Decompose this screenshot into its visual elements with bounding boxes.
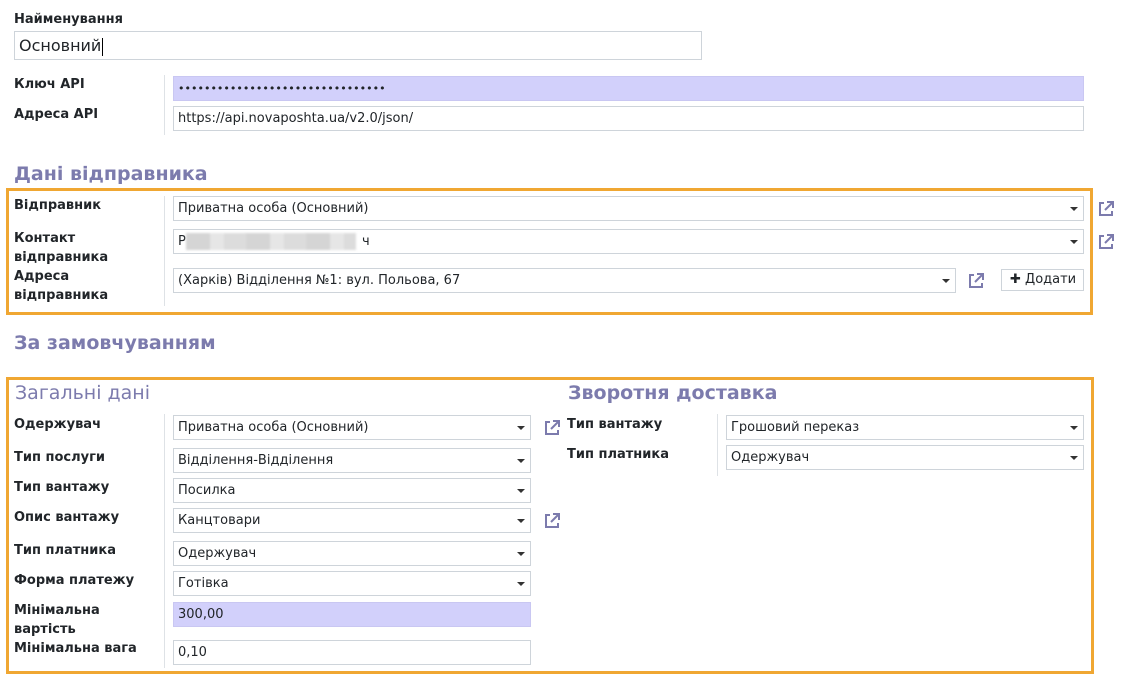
cargo-description-label: Опис вантажу [14,510,120,525]
contact-select[interactable]: Рч [173,229,1084,254]
address-select[interactable]: (Харків) Відділення №1: вул. Польова, 67 [173,268,956,293]
caret-down-icon [517,459,525,463]
recipient-select-value: Приватна особа (Основний) [178,420,369,435]
payer-type-select[interactable]: Одержувач [173,541,531,566]
min-weight-label: Мінімальна вага [14,641,137,656]
cargo-type-label: Тип вантажу [14,480,110,495]
caret-down-icon [1070,207,1078,211]
api-url-input[interactable]: https://api.novaposhta.ua/v2.0/json/ [173,106,1084,131]
cargo-description-value: Канцтовари [178,513,261,528]
api-separator [164,75,165,135]
return-cargo-type-select[interactable]: Грошовий переказ [726,415,1084,440]
min-cost-label-line2: вартість [14,622,76,637]
sender-select[interactable]: Приватна особа (Основний) [173,196,1084,221]
address-label-line1: Адреса [14,269,70,284]
payment-form-label: Форма платежу [14,573,135,588]
service-type-select[interactable]: Відділення-Відділення [173,448,531,473]
caret-down-icon [517,426,525,430]
min-weight-input[interactable]: 0,10 [173,640,531,665]
plus-icon: ✚ [1010,272,1021,287]
api-key-label: Ключ API [14,77,85,92]
recipient-label: Одержувач [14,417,102,432]
defaults-section-title: За замовчуванням [14,332,216,354]
service-type-value: Відділення-Відділення [178,453,334,468]
recipient-select[interactable]: Приватна особа (Основний) [173,415,531,440]
contact-redacted-blur [186,233,356,250]
sender-label: Відправник [14,198,102,213]
return-payer-type-label: Тип платника [567,447,669,462]
address-label-line2: відправника [14,288,109,303]
cargo-type-value: Посилка [178,483,236,498]
contact-label-line2: відправника [14,250,109,265]
api-key-input[interactable]: •••••••••••••••••••••••••••••••• [173,76,1084,101]
payment-form-select[interactable]: Готівка [173,571,531,596]
general-separator [164,414,165,668]
sender-separator [164,196,165,306]
caret-down-icon [517,489,525,493]
min-cost-input[interactable]: 300,00 [173,602,531,627]
name-input-value: Основний [19,36,102,55]
add-address-button[interactable]: ✚ Додати [1001,269,1084,291]
return-cargo-type-value: Грошовий переказ [731,420,860,435]
caret-down-icon [517,552,525,556]
caret-down-icon [942,279,950,283]
external-link-icon[interactable] [542,418,562,438]
cargo-type-select[interactable]: Посилка [173,478,531,503]
caret-down-icon [1070,426,1078,430]
caret-down-icon [1070,456,1078,460]
caret-down-icon [1070,240,1078,244]
general-data-title: Загальні дані [15,382,151,404]
return-payer-type-select[interactable]: Одержувач [726,445,1084,470]
name-input[interactable]: Основний [14,31,702,60]
contact-value-prefix: Р [178,234,186,249]
sender-select-value: Приватна особа (Основний) [178,201,369,216]
return-separator [717,414,718,476]
external-link-icon[interactable] [966,271,986,291]
min-cost-label-line1: Мінімальна [14,603,100,618]
payer-type-label: Тип платника [14,543,116,558]
name-label: Найменування [14,12,123,27]
payment-form-value: Готівка [178,576,229,591]
external-link-icon[interactable] [542,511,562,531]
add-button-label: Додати [1025,272,1077,287]
return-delivery-title: Зворотня доставка [568,382,778,404]
external-link-icon[interactable] [1096,199,1116,219]
contact-label-line1: Контакт [14,231,76,246]
contact-value-suffix: ч [362,234,370,249]
api-url-label: Адреса API [14,107,99,122]
caret-down-icon [517,519,525,523]
sender-section-title: Дані відправника [14,163,208,185]
payer-type-value: Одержувач [178,546,257,561]
external-link-icon[interactable] [1096,232,1116,252]
service-type-label: Тип послуги [14,450,105,465]
cargo-description-select[interactable]: Канцтовари [173,508,531,533]
return-payer-type-value: Одержувач [731,450,810,465]
caret-down-icon [517,582,525,586]
address-select-value: (Харків) Відділення №1: вул. Польова, 67 [178,273,461,288]
return-cargo-type-label: Тип вантажу [567,417,663,432]
